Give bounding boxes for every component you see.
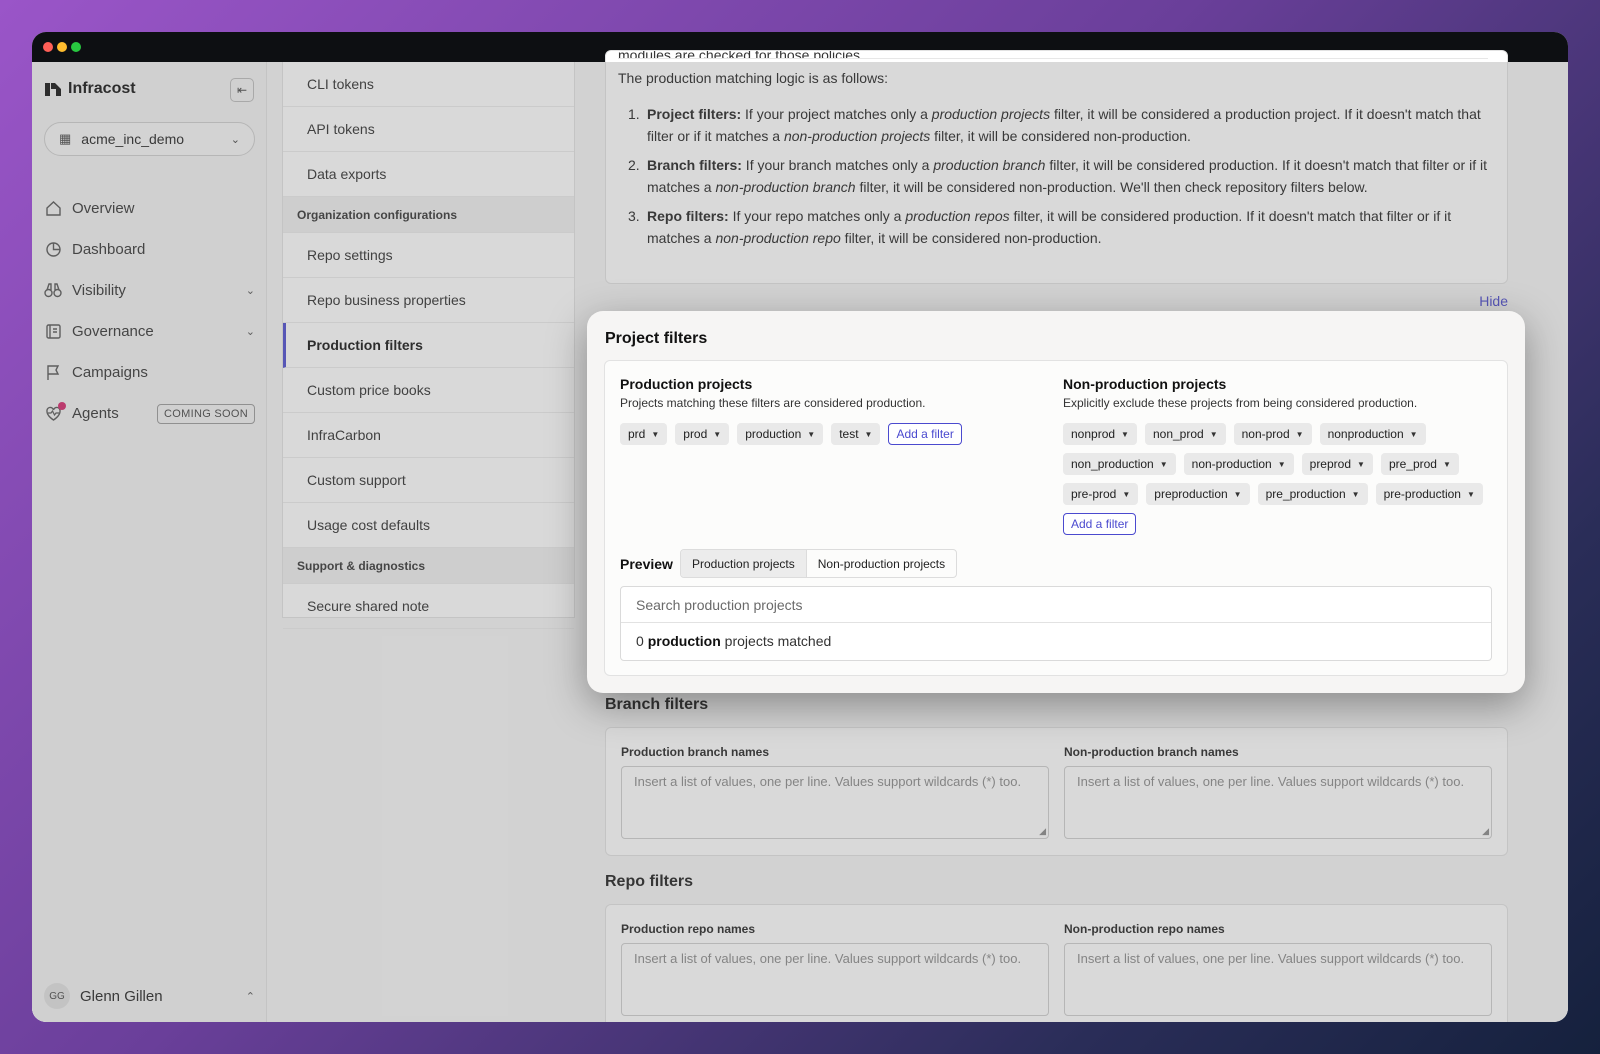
filter-chip[interactable]: preproduction ▼ [1146, 483, 1250, 505]
filter-chip[interactable]: preprod ▼ [1301, 453, 1373, 475]
filter-chip[interactable]: pre-prod ▼ [1063, 483, 1139, 505]
caret-down-icon: ▼ [1442, 459, 1451, 469]
preview-tabs: Production projects Non-production proje… [680, 549, 958, 578]
matched-count-text: 0 production projects matched [636, 633, 832, 649]
caret-down-icon: ▼ [1295, 429, 1304, 439]
project-filters-modal: Project filters Production projects Proj… [587, 311, 1525, 693]
filter-chip[interactable]: nonproduction ▼ [1319, 423, 1426, 445]
filter-chip[interactable]: test ▼ [831, 423, 881, 445]
add-nonproduction-filter-button[interactable]: Add a filter [1063, 513, 1137, 535]
filter-chip[interactable]: prod ▼ [675, 423, 730, 445]
caret-down-icon: ▼ [1277, 459, 1286, 469]
minimize-window-button[interactable] [57, 42, 67, 52]
filter-chip[interactable]: pre_prod ▼ [1380, 453, 1459, 475]
preview-results: 0 production projects matched [620, 586, 1492, 661]
search-input[interactable] [621, 587, 1491, 623]
close-window-button[interactable] [43, 42, 53, 52]
add-production-filter-button[interactable]: Add a filter [888, 423, 962, 445]
clipped-text: modules are checked for those policies. [618, 51, 1488, 59]
filter-chip[interactable]: pre_production ▼ [1257, 483, 1368, 505]
maximize-window-button[interactable] [71, 42, 81, 52]
tab-production-projects[interactable]: Production projects [681, 550, 807, 577]
filter-chip[interactable]: nonprod ▼ [1063, 423, 1137, 445]
filter-chip[interactable]: prd ▼ [620, 423, 668, 445]
caret-down-icon: ▼ [1357, 459, 1365, 469]
nonproduction-filter-chips: nonprod ▼ non_prod ▼ non-prod ▼ nonproducti… [1063, 423, 1495, 535]
preview-label: Preview [620, 556, 673, 572]
production-filter-chips: prd ▼ prod ▼ production ▼ test ▼ Add a filte… [620, 423, 1040, 445]
filter-chip[interactable]: non_production ▼ [1063, 453, 1176, 475]
caret-down-icon: ▼ [1466, 489, 1475, 499]
caret-down-icon: ▼ [807, 429, 816, 439]
caret-down-icon: ▼ [1122, 489, 1131, 499]
production-projects-heading: Production projects [620, 376, 753, 392]
filter-chip[interactable]: non_prod ▼ [1144, 423, 1226, 445]
caret-down-icon: ▼ [1121, 429, 1129, 439]
caret-down-icon: ▼ [651, 429, 660, 439]
caret-down-icon: ▼ [1209, 429, 1218, 439]
project-filters-panel: Production projects Projects matching th… [604, 360, 1508, 676]
caret-down-icon: ▼ [864, 429, 873, 439]
caret-down-icon: ▼ [1351, 489, 1360, 499]
caret-down-icon: ▼ [713, 429, 722, 439]
caret-down-icon: ▼ [1159, 459, 1168, 469]
filter-chip[interactable]: non-prod ▼ [1233, 423, 1312, 445]
filter-chip[interactable]: pre-production ▼ [1375, 483, 1483, 505]
caret-down-icon: ▼ [1233, 489, 1242, 499]
tab-nonproduction-projects[interactable]: Non-production projects [807, 550, 956, 577]
nonproduction-projects-heading: Non-production projects [1063, 376, 1227, 392]
nonproduction-projects-description: Explicitly exclude these projects from b… [1063, 396, 1418, 410]
filter-chip[interactable]: production ▼ [737, 423, 824, 445]
production-projects-description: Projects matching these filters are cons… [620, 396, 926, 410]
filter-chip[interactable]: non-production ▼ [1183, 453, 1294, 475]
caret-down-icon: ▼ [1409, 429, 1418, 439]
project-filters-title: Project filters [605, 330, 708, 347]
